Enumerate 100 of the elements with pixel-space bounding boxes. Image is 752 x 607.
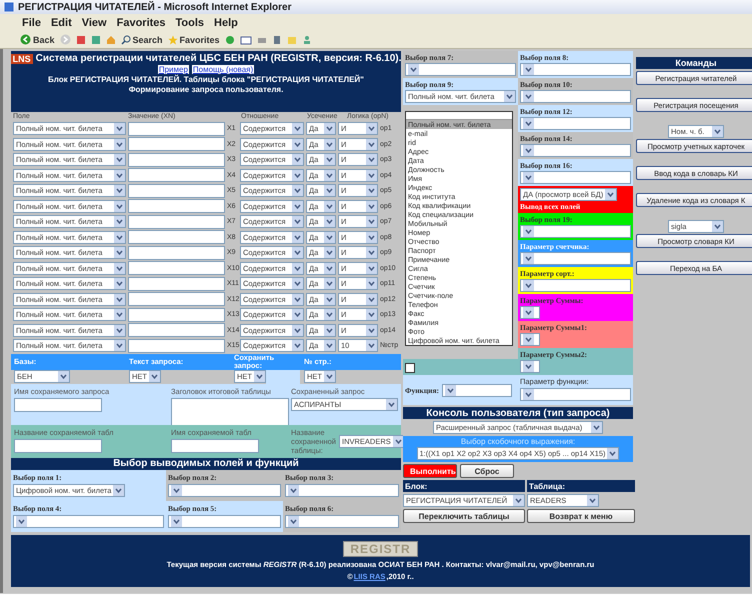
value-input[interactable] bbox=[128, 246, 225, 260]
output-field-select[interactable] bbox=[520, 252, 631, 265]
scroll-bar[interactable] bbox=[0, 593, 752, 607]
output-field-select[interactable] bbox=[520, 144, 631, 157]
value-input[interactable] bbox=[128, 184, 225, 198]
caret-icon bbox=[366, 123, 377, 134]
caret-icon bbox=[366, 340, 377, 352]
caret-icon bbox=[324, 232, 335, 243]
value-input[interactable] bbox=[128, 214, 225, 229]
output-field-select[interactable] bbox=[285, 484, 399, 497]
caret-icon bbox=[591, 422, 602, 433]
caret-icon bbox=[607, 448, 618, 459]
menu-item[interactable]: Favorites bbox=[116, 16, 166, 28]
star-icon[interactable] bbox=[168, 34, 178, 44]
caret-icon bbox=[366, 278, 377, 290]
caret-icon bbox=[366, 262, 377, 274]
action-button[interactable]: Сброс bbox=[460, 464, 514, 478]
forward-icon[interactable] bbox=[60, 34, 71, 45]
caret-icon bbox=[605, 189, 616, 200]
caret-icon bbox=[114, 247, 125, 258]
caret-icon bbox=[113, 485, 124, 496]
caret-icon bbox=[292, 262, 303, 274]
table-title-input[interactable] bbox=[171, 398, 289, 426]
browser-icon bbox=[4, 2, 14, 12]
value-input[interactable] bbox=[128, 308, 225, 322]
caret-icon bbox=[324, 170, 335, 181]
caret-icon bbox=[523, 145, 534, 156]
caret-icon bbox=[324, 185, 335, 196]
output-field-select[interactable] bbox=[168, 515, 281, 528]
caret-icon bbox=[523, 253, 534, 264]
table-name-input[interactable] bbox=[171, 438, 259, 452]
caret-icon bbox=[114, 200, 125, 212]
caret-icon bbox=[292, 138, 303, 150]
action-button[interactable]: Переключить таблицы bbox=[403, 509, 525, 523]
caret-icon bbox=[149, 371, 160, 382]
table-name-input[interactable] bbox=[14, 438, 102, 452]
value-input[interactable] bbox=[128, 168, 225, 182]
output-field-select[interactable] bbox=[520, 117, 631, 130]
output-field-select[interactable] bbox=[520, 279, 631, 292]
sum-select[interactable] bbox=[520, 360, 540, 373]
sum-select[interactable] bbox=[520, 333, 540, 346]
caret-icon bbox=[292, 324, 303, 336]
caret-icon bbox=[114, 278, 125, 290]
back-icon[interactable] bbox=[20, 34, 31, 45]
header-subtitle: Формирование запроса пользователя. bbox=[128, 85, 284, 94]
output-field-select[interactable] bbox=[285, 515, 399, 528]
caret-icon bbox=[523, 280, 534, 291]
caret-icon bbox=[324, 262, 335, 274]
value-input[interactable] bbox=[128, 122, 225, 136]
query-name-input[interactable] bbox=[14, 398, 102, 412]
value-input[interactable] bbox=[128, 152, 225, 167]
toolbar-button[interactable]: Back bbox=[20, 34, 55, 45]
toolbar-button[interactable]: Favorites bbox=[168, 34, 220, 44]
field-label: Таблица: bbox=[529, 482, 566, 490]
checkbox[interactable] bbox=[405, 363, 415, 373]
output-field-select[interactable] bbox=[13, 515, 164, 528]
system-title: Система регистрации читателей ЦБС БЕН РАН (REGISTR, версия: R-6.10). bbox=[36, 53, 402, 64]
caret-icon bbox=[324, 123, 335, 134]
caret-icon bbox=[292, 185, 303, 196]
value-input[interactable] bbox=[128, 276, 225, 291]
output-field-select[interactable] bbox=[520, 225, 631, 238]
save-query-input[interactable] bbox=[266, 370, 300, 384]
toolbar-button[interactable]: Search bbox=[120, 34, 163, 44]
output-field-select[interactable] bbox=[405, 63, 516, 76]
menu-item[interactable]: File bbox=[22, 16, 41, 28]
help-link[interactable]: Пример bbox=[158, 65, 189, 74]
function-param-select[interactable] bbox=[520, 388, 631, 401]
caret-icon bbox=[171, 485, 182, 496]
caret-icon bbox=[114, 154, 125, 166]
menu-item[interactable]: Help bbox=[214, 16, 238, 28]
action-button[interactable]: Выполнить bbox=[403, 464, 457, 478]
caret-icon bbox=[292, 309, 303, 320]
output-field-select[interactable] bbox=[520, 90, 631, 103]
caret-icon bbox=[366, 200, 377, 212]
output-field-select[interactable] bbox=[520, 171, 631, 184]
menu-item[interactable]: Tools bbox=[176, 16, 204, 28]
sum-select[interactable] bbox=[520, 306, 540, 319]
help-link[interactable]: Помощь (новая) bbox=[192, 65, 254, 74]
section-title: Консоль пользователя (тип запроса) bbox=[426, 408, 610, 418]
value-input[interactable] bbox=[128, 323, 225, 338]
caret-icon bbox=[114, 262, 125, 274]
output-field-select[interactable] bbox=[168, 484, 281, 497]
caret-icon bbox=[523, 361, 534, 372]
field-label: Блок: bbox=[405, 482, 428, 490]
value-input[interactable] bbox=[128, 230, 225, 244]
function-select[interactable] bbox=[442, 384, 512, 396]
action-button[interactable]: Возврат к меню bbox=[527, 509, 635, 523]
menu-item[interactable]: Edit bbox=[50, 16, 72, 28]
value-input[interactable] bbox=[128, 261, 225, 276]
search-icon[interactable] bbox=[120, 34, 131, 44]
caret-icon bbox=[324, 324, 335, 336]
value-input[interactable] bbox=[128, 137, 225, 152]
people-icon[interactable] bbox=[302, 34, 312, 44]
home-icon[interactable] bbox=[106, 34, 116, 44]
output-field-select[interactable] bbox=[520, 63, 631, 76]
value-input[interactable] bbox=[128, 292, 225, 306]
menu-item[interactable]: View bbox=[82, 16, 107, 28]
value-input[interactable] bbox=[128, 199, 225, 214]
value-input[interactable] bbox=[128, 338, 225, 353]
caret-icon bbox=[292, 278, 303, 290]
